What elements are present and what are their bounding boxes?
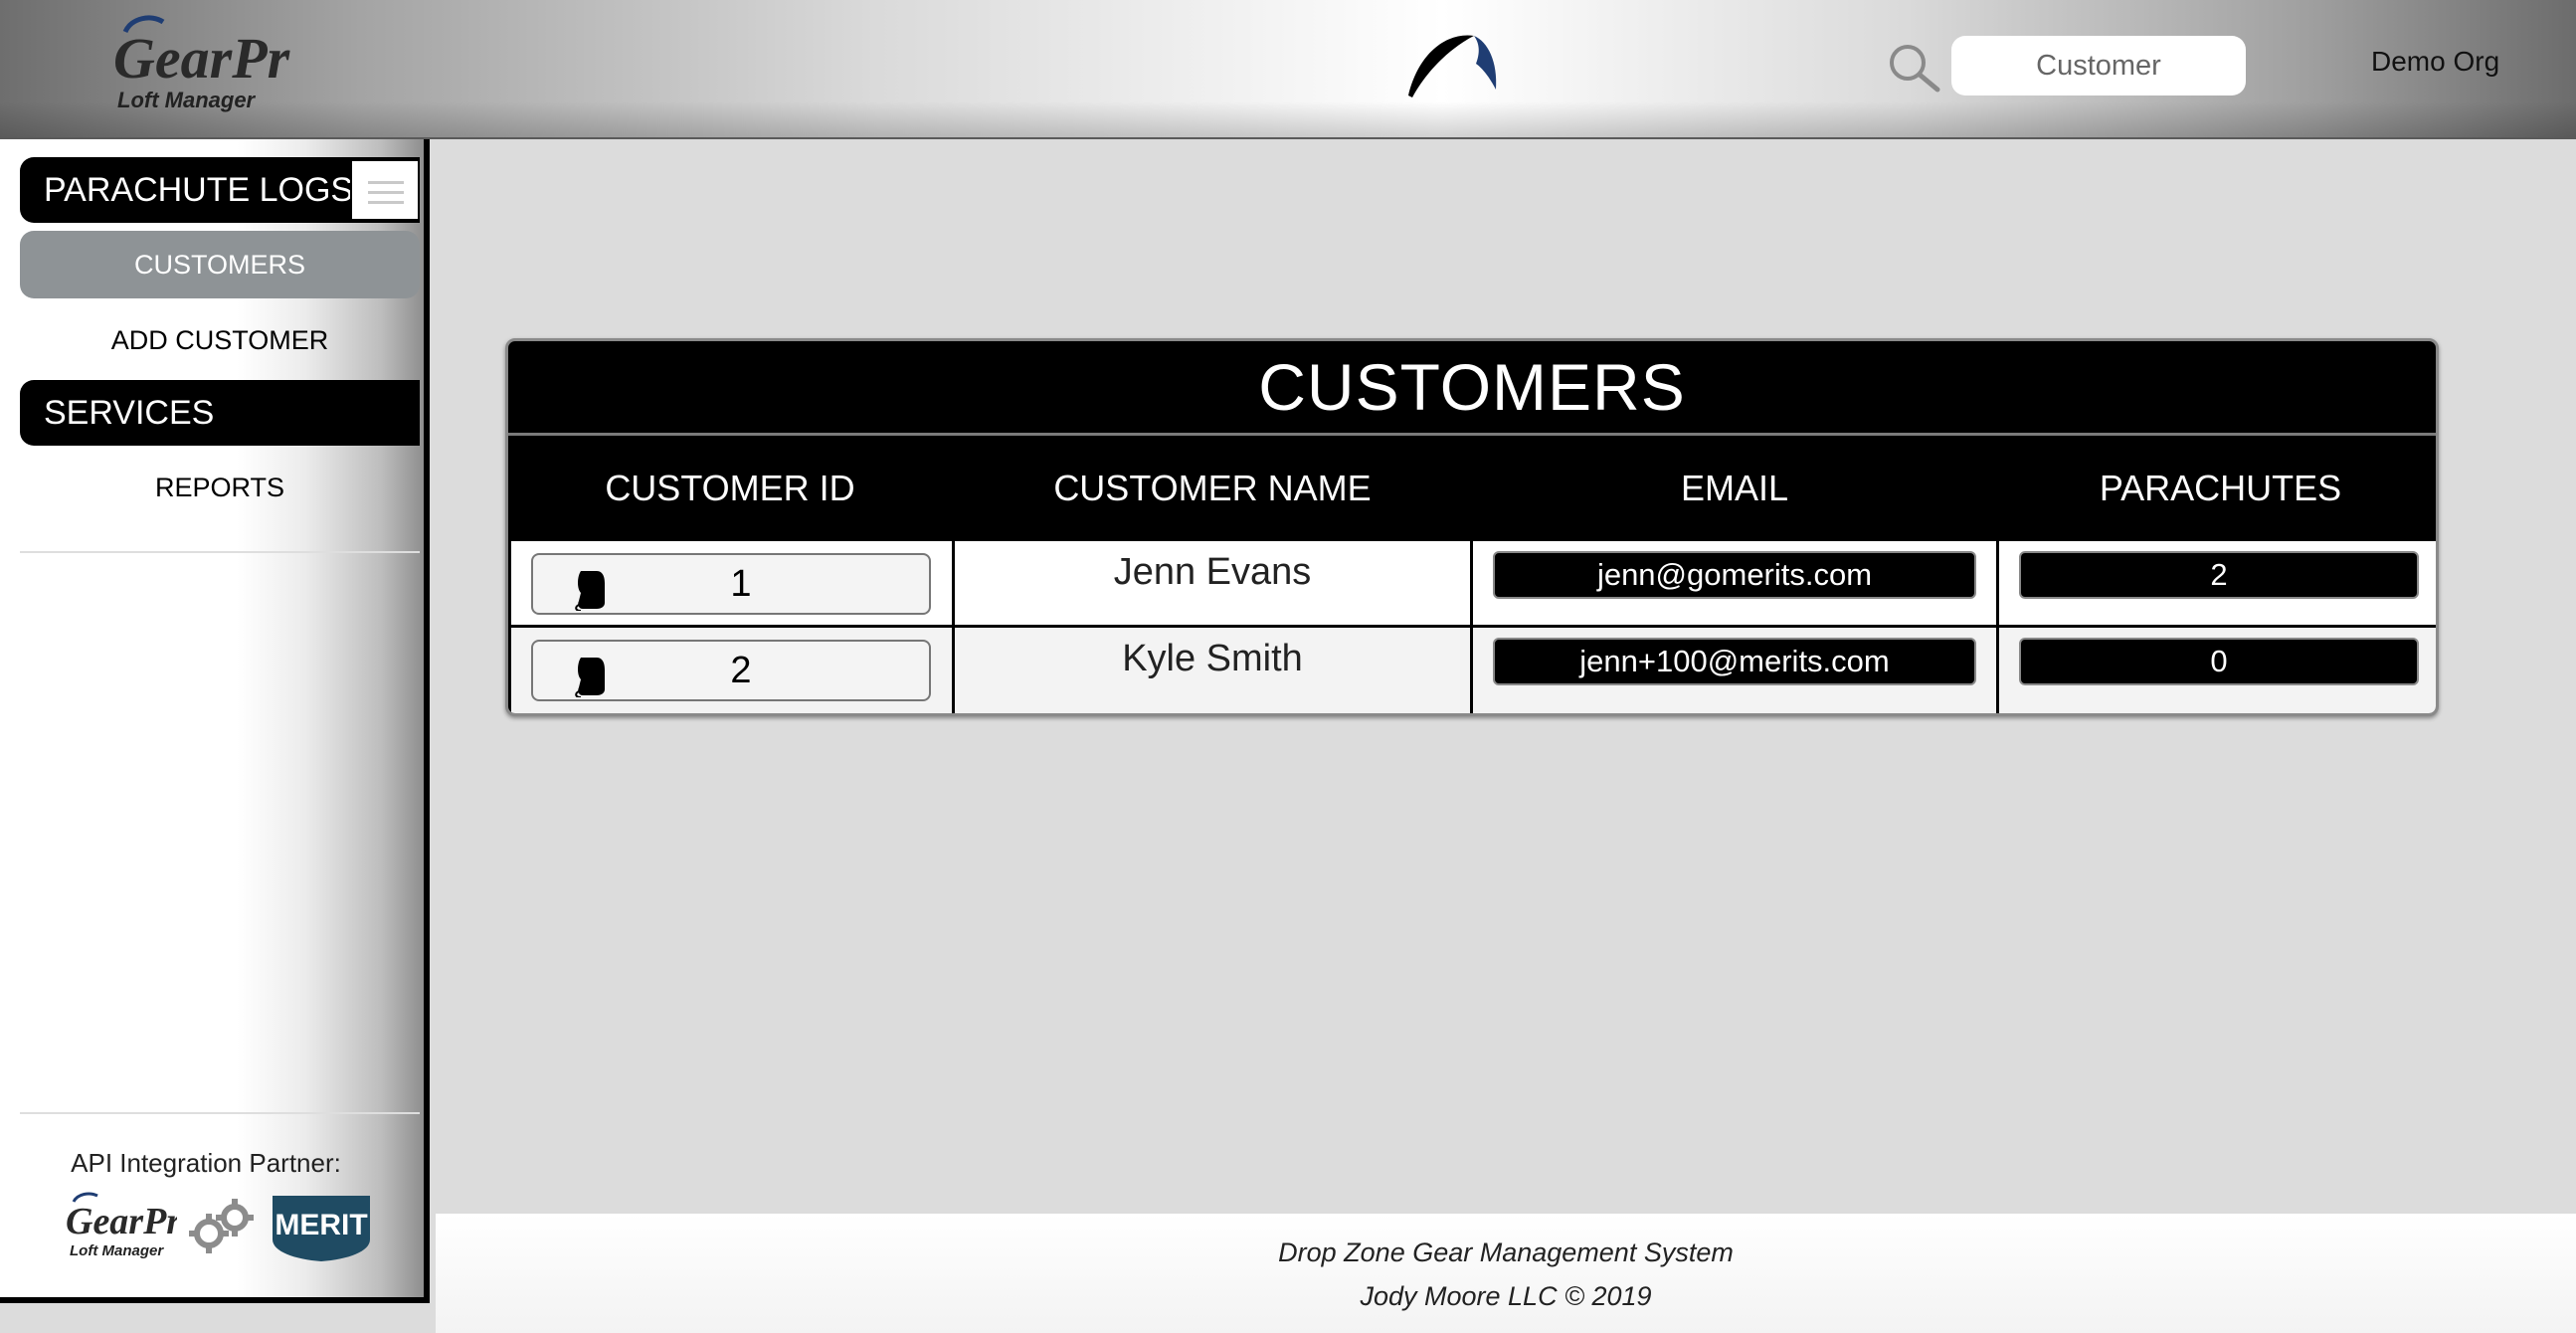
merit-logo-word: MERIT (275, 1209, 367, 1241)
logo-word-gear: GearPro (113, 26, 290, 91)
gears-link-icon (189, 1199, 254, 1253)
partner-logo-subtitle: Loft Manager (70, 1242, 164, 1259)
table-cell-parachutes: 2 (1999, 541, 2436, 625)
footer-system-name: Drop Zone Gear Management System (1278, 1238, 1734, 1267)
footer: Drop Zone Gear Management System Jody Mo… (436, 1214, 2576, 1333)
table-title: CUSTOMERS (1258, 350, 1686, 424)
table-title-divider (508, 433, 2436, 436)
hamburger-menu-icon[interactable] (350, 159, 420, 221)
customer-id-value: 2 (730, 650, 752, 691)
top-header: GearPro Loft Manager Demo Org (0, 0, 2576, 139)
table-row: 2 (511, 628, 952, 713)
customer-email-link[interactable]: jenn+100@merits.com (1493, 638, 1976, 685)
search-icon[interactable] (1886, 42, 1943, 94)
customers-table: CUSTOMERS CUSTOMER ID CUSTOMER NAME EMAI… (505, 338, 2439, 716)
sidebar-item-add-customer[interactable]: ADD CUSTOMER (20, 306, 420, 374)
column-header-email[interactable]: EMAIL (1473, 439, 1996, 538)
table-cell-name: Jenn Evans (955, 541, 1470, 625)
section-header-services[interactable]: SERVICES (20, 380, 420, 446)
sidebar-divider (20, 1112, 420, 1114)
customer-email-link[interactable]: jenn@gomerits.com (1493, 551, 1976, 599)
customer-id-button[interactable]: 2 (531, 640, 931, 701)
table-cell-parachutes: 0 (1999, 628, 2436, 713)
organization-name[interactable]: Demo Org (2371, 46, 2499, 78)
gearpro-partner-logo: GearPro Loft Manager (66, 1192, 177, 1259)
partner-label: API Integration Partner: (71, 1148, 341, 1178)
footer-copyright: Jody Moore LLC © 2019 (1360, 1281, 1652, 1311)
sidebar-item-reports[interactable]: REPORTS (20, 454, 420, 521)
customer-name: Kyle Smith (1122, 638, 1303, 679)
partner-logo-word: GearPro (66, 1201, 177, 1242)
parachute-count-button[interactable]: 0 (2019, 638, 2419, 685)
sidebar-divider (20, 551, 420, 553)
column-header-customer-id[interactable]: CUSTOMER ID (508, 439, 952, 538)
sidebar-item-customers[interactable]: CUSTOMERS (20, 231, 420, 298)
merit-logo: MERIT (273, 1196, 370, 1261)
table-cell-name: Kyle Smith (955, 628, 1470, 713)
parachute-count-button[interactable]: 2 (2019, 551, 2419, 599)
customer-id-button[interactable]: 1 (531, 553, 931, 615)
customer-id-value: 1 (730, 563, 752, 605)
table-cell-email: jenn+100@merits.com (1473, 628, 1996, 713)
table-cell-email: jenn@gomerits.com (1473, 541, 1996, 625)
parachute-canopy-icon (1408, 35, 1497, 97)
column-header-parachutes[interactable]: PARACHUTES (1999, 439, 2436, 538)
sidebar: PARACHUTE LOGS CUSTOMERS ADD CUSTOMER SE… (0, 139, 430, 1303)
logo-subtitle: Loft Manager (117, 88, 257, 112)
gearpro-logo[interactable]: GearPro Loft Manager (111, 12, 290, 115)
table-row: 1 (511, 541, 952, 625)
customer-name: Jenn Evans (1113, 551, 1312, 593)
customer-search-input[interactable] (1951, 36, 2246, 95)
column-header-customer-name[interactable]: CUSTOMER NAME (955, 439, 1470, 538)
